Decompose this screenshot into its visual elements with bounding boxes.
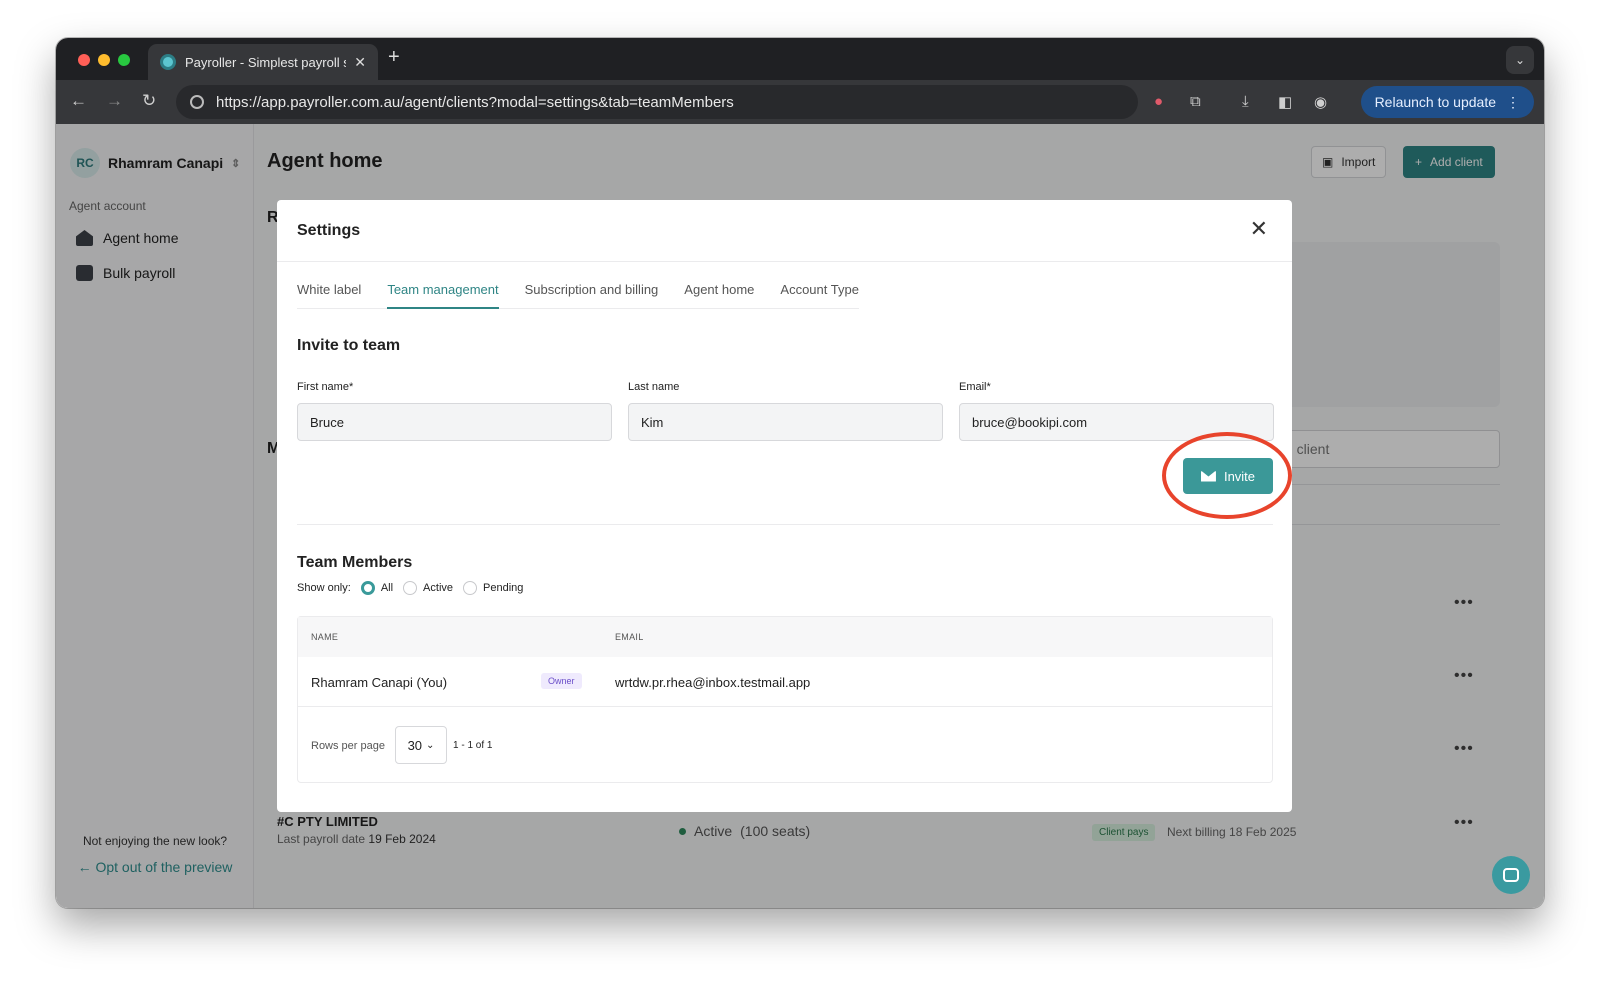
download-icon[interactable]: ⤓ xyxy=(1242,93,1249,110)
profile-avatar-icon[interactable]: ◉ xyxy=(1314,93,1327,111)
close-tab-icon[interactable]: ✕ xyxy=(354,54,366,71)
puzzle-extensions-icon[interactable]: ⧉ xyxy=(1190,93,1201,110)
column-header-email: EMAIL xyxy=(615,632,644,642)
settings-tabs: White label Team management Subscription… xyxy=(297,282,859,309)
site-info-icon[interactable] xyxy=(190,95,204,109)
rows-per-page-select[interactable]: 30 ⌄ xyxy=(395,726,447,764)
tab-agent-home[interactable]: Agent home xyxy=(684,282,754,297)
browser-tab[interactable]: Payroller - Simplest payroll sc ✕ xyxy=(148,44,378,80)
close-window-button[interactable] xyxy=(78,54,90,66)
url-text: https://app.payroller.com.au/agent/clien… xyxy=(216,93,734,111)
new-tab-icon[interactable]: + xyxy=(388,46,400,69)
modal-header: Settings ✕ xyxy=(277,200,1292,262)
sidebar-toggle-icon[interactable]: ◧ xyxy=(1278,93,1292,111)
table-header: NAME EMAIL xyxy=(298,617,1272,657)
settings-modal: Settings ✕ White label Team management S… xyxy=(277,200,1292,812)
table-row[interactable]: Rhamram Canapi (You) Owner wrtdw.pr.rhea… xyxy=(298,657,1272,707)
filter-label: All xyxy=(380,582,394,594)
close-icon[interactable]: ✕ xyxy=(1250,218,1268,240)
column-header-name: NAME xyxy=(311,632,339,642)
modal-title: Settings xyxy=(297,222,361,239)
filter-active[interactable]: Active xyxy=(403,581,453,595)
payroller-favicon-icon xyxy=(160,54,176,70)
team-members-title: Team Members xyxy=(297,554,413,571)
minimize-window-button[interactable] xyxy=(98,54,110,66)
rows-per-page-label: Rows per page xyxy=(311,740,385,752)
filter-pending[interactable]: Pending xyxy=(463,581,523,595)
tab-account-type[interactable]: Account Type xyxy=(780,282,859,297)
radio-selected-icon[interactable] xyxy=(360,581,375,595)
chat-icon xyxy=(1503,868,1519,882)
invite-section-title: Invite to team xyxy=(297,337,401,354)
browser-toolbar: ← → ↻ https://app.payroller.com.au/agent… xyxy=(56,80,1544,124)
filter-all[interactable]: All xyxy=(360,581,394,595)
more-menu-icon[interactable]: ⋮ xyxy=(1506,94,1520,111)
relaunch-button[interactable]: Relaunch to update ⋮ xyxy=(1360,86,1534,118)
filter-label: Pending xyxy=(483,582,524,594)
member-name: Rhamram Canapi (You) xyxy=(311,675,448,690)
show-only-label: Show only: xyxy=(297,582,351,594)
section-divider xyxy=(297,524,1273,525)
relaunch-label: Relaunch to update xyxy=(1374,94,1496,110)
reload-icon[interactable]: ↻ xyxy=(142,91,156,111)
page-range: 1 - 1 of 1 xyxy=(453,740,493,751)
chat-button[interactable] xyxy=(1492,856,1530,894)
first-name-label: First name* xyxy=(297,381,354,393)
chevron-down-icon: ⌄ xyxy=(426,739,435,751)
rows-per-page-value: 30 xyxy=(407,737,423,753)
filter-label: Active xyxy=(423,582,454,594)
tab-team-management[interactable]: Team management xyxy=(387,282,499,309)
team-members-table: NAME EMAIL Rhamram Canapi (You) Owner wr… xyxy=(297,616,1273,783)
browser-tab-title: Payroller - Simplest payroll sc xyxy=(185,54,347,70)
highlight-annotation xyxy=(1162,432,1292,519)
last-name-field[interactable] xyxy=(628,403,943,441)
extension-icon[interactable]: ● xyxy=(1154,93,1163,110)
pagination: Rows per page 30 ⌄ 1 - 1 of 1 xyxy=(298,707,1272,783)
member-email: wrtdw.pr.rhea@inbox.testmail.app xyxy=(615,675,811,690)
address-bar[interactable]: https://app.payroller.com.au/agent/clien… xyxy=(176,85,1138,119)
role-badge: Owner xyxy=(541,673,582,689)
email-label: Email* xyxy=(959,381,991,393)
first-name-field[interactable] xyxy=(297,403,612,441)
maximize-window-button[interactable] xyxy=(118,54,130,66)
radio-icon[interactable] xyxy=(463,581,478,595)
status-filter: Show only: All Active Pending xyxy=(297,581,523,595)
last-name-label: Last name xyxy=(628,381,680,393)
tab-search-icon[interactable]: ⌄ xyxy=(1506,46,1534,74)
browser-window: Payroller - Simplest payroll sc ✕ + ⌄ ← … xyxy=(56,38,1544,908)
tab-subscription-billing[interactable]: Subscription and billing xyxy=(525,282,659,297)
back-arrow-icon[interactable]: ← xyxy=(70,91,87,111)
app-content: RC Rhamram Canapi ⇕ Agent account Agent … xyxy=(56,124,1544,908)
browser-tab-bar: Payroller - Simplest payroll sc ✕ + ⌄ xyxy=(56,38,1544,80)
radio-icon[interactable] xyxy=(403,581,418,595)
forward-arrow-icon[interactable]: → xyxy=(106,91,123,111)
tab-white-label[interactable]: White label xyxy=(297,282,361,297)
